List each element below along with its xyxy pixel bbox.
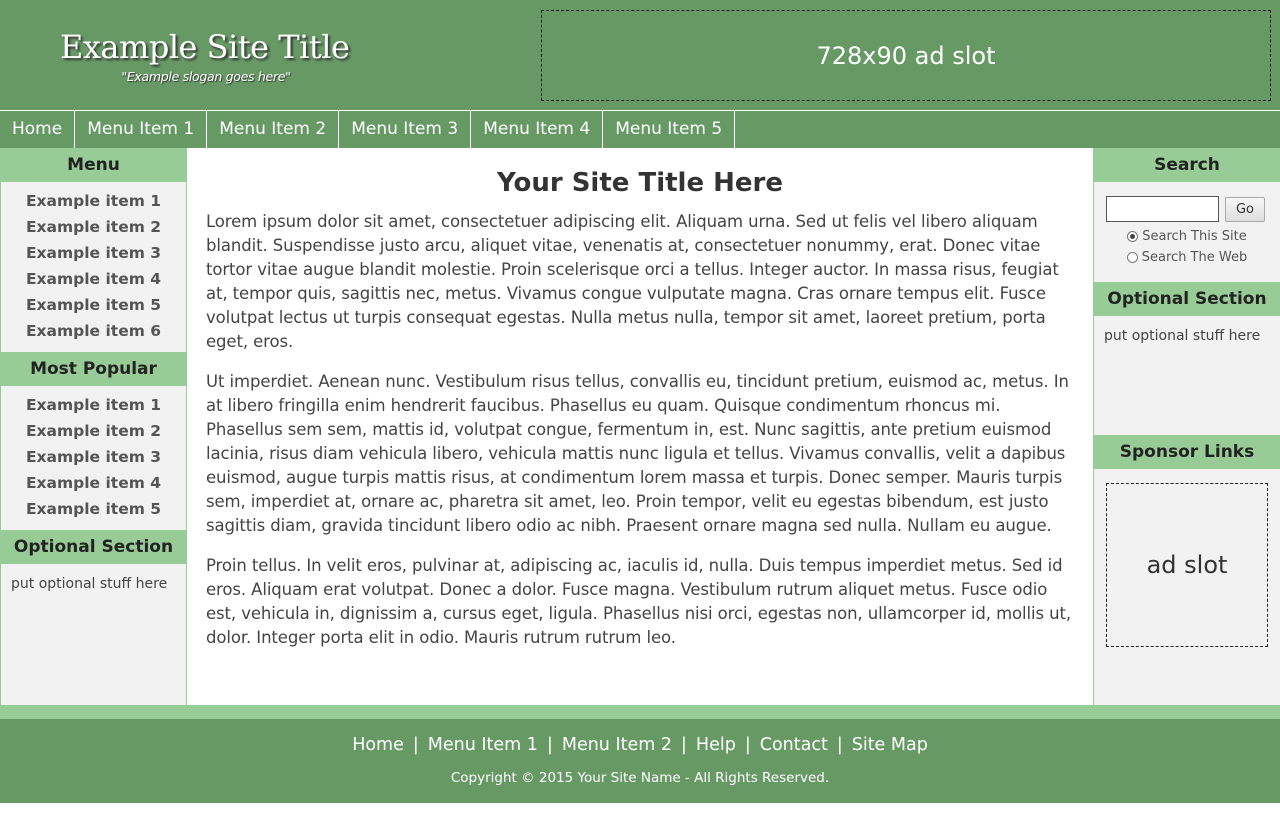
footer-separator: |	[546, 735, 553, 755]
search-heading: Search	[1094, 148, 1280, 182]
nav-item-home[interactable]: Home	[0, 111, 76, 148]
menu-list-item[interactable]: Example item 6	[1, 318, 186, 344]
content-paragraph: Lorem ipsum dolor sit amet, consectetuer…	[206, 212, 1059, 351]
top-ad-slot[interactable]: 728x90 ad slot	[541, 10, 1271, 101]
nav-item-menu-2[interactable]: Menu Item 2	[207, 111, 340, 148]
right-optional-heading: Optional Section	[1094, 282, 1280, 316]
search-form: Go	[1094, 182, 1280, 222]
search-web-label: Search The Web	[1141, 250, 1248, 265]
most-popular-list: Example item 1 Example item 2 Example it…	[1, 386, 186, 530]
menu-list-item[interactable]: Example item 1	[1, 188, 186, 214]
popular-list-item[interactable]: Example item 3	[1, 444, 186, 470]
menu-heading: Menu	[1, 148, 186, 182]
footer-links: Home | Menu Item 1 | Menu Item 2 | Help | Contac…	[0, 735, 1280, 755]
menu-list-item[interactable]: Example item 4	[1, 266, 186, 292]
menu-list: Example item 1 Example item 2 Example it…	[1, 182, 186, 352]
right-sidebar: Search Go Search This Site Search The We…	[1093, 148, 1280, 705]
popular-list-item[interactable]: Example item 2	[1, 418, 186, 444]
radio-checked-icon[interactable]	[1127, 231, 1139, 242]
site-footer: Home | Menu Item 1 | Menu Item 2 | Help | Contac…	[0, 719, 1280, 803]
footer-link-site-map[interactable]: Site Map	[852, 735, 928, 755]
popular-list-item[interactable]: Example item 4	[1, 470, 186, 496]
search-site-label: Search This Site	[1142, 229, 1247, 244]
menu-list-item[interactable]: Example item 3	[1, 240, 186, 266]
nav-item-menu-4[interactable]: Menu Item 4	[471, 111, 604, 148]
content-paragraph: Proin tellus. In velit eros, pulvinar at…	[206, 556, 1072, 647]
footer-separator: |	[412, 735, 419, 755]
sponsor-links-heading: Sponsor Links	[1094, 435, 1280, 469]
search-scope-options: Search This Site Search The Web	[1094, 222, 1280, 268]
left-sidebar: Menu Example item 1 Example item 2 Examp…	[0, 148, 187, 705]
footer-separator: |	[836, 735, 843, 755]
nav-item-menu-3[interactable]: Menu Item 3	[339, 111, 472, 148]
sponsor-ad-slot[interactable]: ad slot	[1106, 483, 1268, 647]
left-optional-text: put optional stuff here	[11, 576, 168, 592]
footer-separator: |	[744, 735, 751, 755]
site-title[interactable]: Example Site Title	[60, 28, 350, 66]
footer-separator: |	[681, 735, 687, 755]
search-input[interactable]	[1106, 196, 1219, 222]
nav-item-menu-1[interactable]: Menu Item 1	[75, 111, 208, 148]
site-slogan: "Example slogan goes here"	[121, 69, 291, 84]
go-button[interactable]: Go	[1225, 196, 1265, 222]
left-optional-heading: Optional Section	[1, 530, 186, 564]
menu-list-item[interactable]: Example item 5	[1, 292, 186, 318]
footer-link-home[interactable]: Home	[352, 735, 404, 755]
nav-item-menu-5[interactable]: Menu Item 5	[603, 111, 736, 148]
copyright-text: Copyright © 2015 Your Site Name - All Ri…	[450, 770, 830, 786]
footer-divider	[0, 705, 1280, 719]
site-header: Example Site Title "Example slogan goes …	[0, 0, 1280, 110]
footer-link-contact[interactable]: Contact	[760, 735, 828, 755]
popular-list-item[interactable]: Example item 5	[1, 496, 186, 522]
footer-link-menu-1[interactable]: Menu Item 1	[428, 735, 538, 755]
page-title: Your Site Title Here	[497, 168, 783, 198]
footer-link-menu-2[interactable]: Menu Item 2	[562, 735, 672, 755]
content-paragraph: Ut imperdiet. Aenean nunc. Vestibulum ri…	[206, 372, 1069, 535]
radio-unchecked-icon[interactable]	[1126, 252, 1138, 263]
main-navigation: Home Menu Item 1 Menu Item 2 Menu Item 3…	[0, 110, 1280, 148]
right-optional-text: put optional stuff here	[1104, 328, 1261, 344]
main-content: Your Site Title Here Lorem ipsum dolor s…	[187, 148, 1093, 705]
search-web-option[interactable]: Search The Web	[1094, 247, 1280, 268]
most-popular-heading: Most Popular	[1, 352, 186, 386]
popular-list-item[interactable]: Example item 1	[1, 392, 186, 418]
menu-list-item[interactable]: Example item 2	[1, 214, 186, 240]
footer-link-help[interactable]: Help	[696, 735, 736, 755]
search-site-option[interactable]: Search This Site	[1094, 226, 1280, 247]
